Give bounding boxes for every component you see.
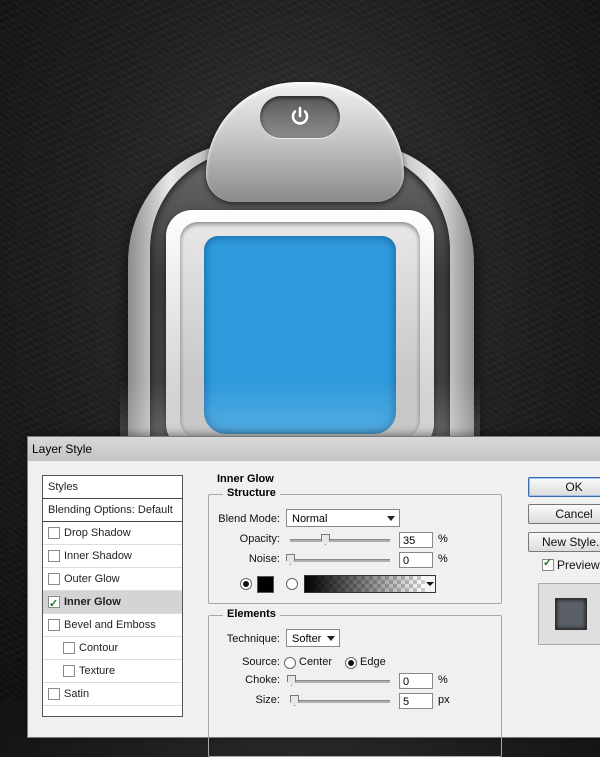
style-item-label: Bevel and Emboss: [64, 619, 156, 631]
styles-list: Styles Blending Options: Default Drop Sh…: [42, 475, 183, 717]
technique-select[interactable]: Softer: [286, 629, 340, 647]
style-item-label: Contour: [79, 642, 119, 654]
blend-mode-label: Blend Mode:: [218, 513, 280, 525]
style-preview: [538, 583, 600, 645]
style-item[interactable]: Outer Glow: [43, 568, 182, 591]
size-slider-track[interactable]: [290, 700, 390, 703]
cancel-button[interactable]: Cancel: [528, 504, 600, 524]
chevron-down-icon: [387, 516, 395, 521]
styles-list-header[interactable]: Styles: [43, 476, 182, 499]
style-item-checkbox[interactable]: [48, 688, 60, 700]
opacity-input[interactable]: 35: [399, 532, 433, 548]
layer-style-dialog: Layer Style Styles Blending Options: Def…: [27, 436, 600, 757]
glow-color-radio[interactable]: [240, 578, 252, 590]
size-label: Size:: [255, 694, 280, 706]
size-input[interactable]: 5: [399, 693, 433, 709]
inner-glow-title: Inner Glow: [217, 473, 274, 485]
blend-mode-select[interactable]: Normal: [286, 509, 400, 527]
style-item[interactable]: Drop Shadow: [43, 522, 182, 545]
style-item-label: Satin: [64, 688, 90, 700]
style-item-label: Inner Glow: [64, 596, 121, 608]
style-item-label: Texture: [79, 665, 116, 677]
style-item[interactable]: Satin: [43, 683, 182, 706]
glow-gradient-radio[interactable]: [286, 578, 298, 590]
preview-checkbox[interactable]: [542, 556, 554, 571]
choke-slider-track[interactable]: [290, 680, 390, 683]
choke-label: Choke:: [245, 674, 280, 686]
noise-label: Noise:: [248, 553, 280, 565]
noise-input[interactable]: 0: [399, 552, 433, 568]
choke-unit: %: [438, 674, 448, 686]
source-center-radio[interactable]: [284, 657, 296, 669]
size-unit: px: [438, 694, 450, 706]
elements-title: Elements: [223, 608, 280, 620]
style-item-checkbox[interactable]: [48, 550, 60, 562]
style-item-checkbox[interactable]: [48, 619, 60, 631]
source-edge-radio[interactable]: [345, 657, 357, 669]
style-item-checkbox[interactable]: [63, 665, 75, 677]
source-edge-label: Edge: [360, 656, 386, 668]
glow-gradient-picker[interactable]: [304, 575, 426, 593]
style-item-checkbox[interactable]: [63, 642, 75, 654]
style-item[interactable]: Inner Shadow: [43, 545, 182, 568]
gradient-dropdown-arrow[interactable]: [425, 575, 436, 593]
noise-slider-track[interactable]: [290, 559, 390, 562]
source-label: Source:: [242, 656, 280, 668]
new-style-button[interactable]: New Style...: [528, 532, 600, 552]
style-item[interactable]: Inner Glow: [43, 591, 182, 615]
choke-input[interactable]: 0: [399, 673, 433, 689]
dialog-title: Layer Style: [28, 437, 600, 461]
power-button: [260, 96, 340, 138]
style-item-label: Drop Shadow: [64, 527, 131, 539]
style-item-checkbox[interactable]: [48, 573, 60, 585]
style-item-label: Inner Shadow: [64, 550, 132, 562]
opacity-label: Opacity:: [239, 533, 280, 545]
opacity-slider-track[interactable]: [290, 539, 390, 542]
structure-title: Structure: [223, 487, 280, 499]
noise-unit: %: [438, 553, 448, 565]
style-item[interactable]: Contour: [43, 637, 182, 660]
style-preview-swatch: [555, 598, 587, 630]
blend-mode-value: Normal: [292, 513, 328, 525]
style-item-label: Outer Glow: [64, 573, 120, 585]
technique-label: Technique:: [226, 633, 280, 645]
opacity-unit: %: [438, 533, 448, 545]
technique-value: Softer: [292, 633, 322, 645]
power-icon: [291, 106, 309, 125]
ok-button[interactable]: OK: [528, 477, 600, 497]
style-item-checkbox[interactable]: [48, 593, 60, 615]
chevron-down-icon: [327, 636, 335, 641]
style-item[interactable]: Texture: [43, 660, 182, 683]
blending-options-item[interactable]: Blending Options: Default: [43, 499, 182, 522]
glow-color-swatch[interactable]: [257, 576, 274, 593]
source-center-label: Center: [299, 656, 333, 668]
preview-label: Preview: [557, 558, 600, 572]
style-item[interactable]: Bevel and Emboss: [43, 614, 182, 637]
style-item-checkbox[interactable]: [48, 527, 60, 539]
